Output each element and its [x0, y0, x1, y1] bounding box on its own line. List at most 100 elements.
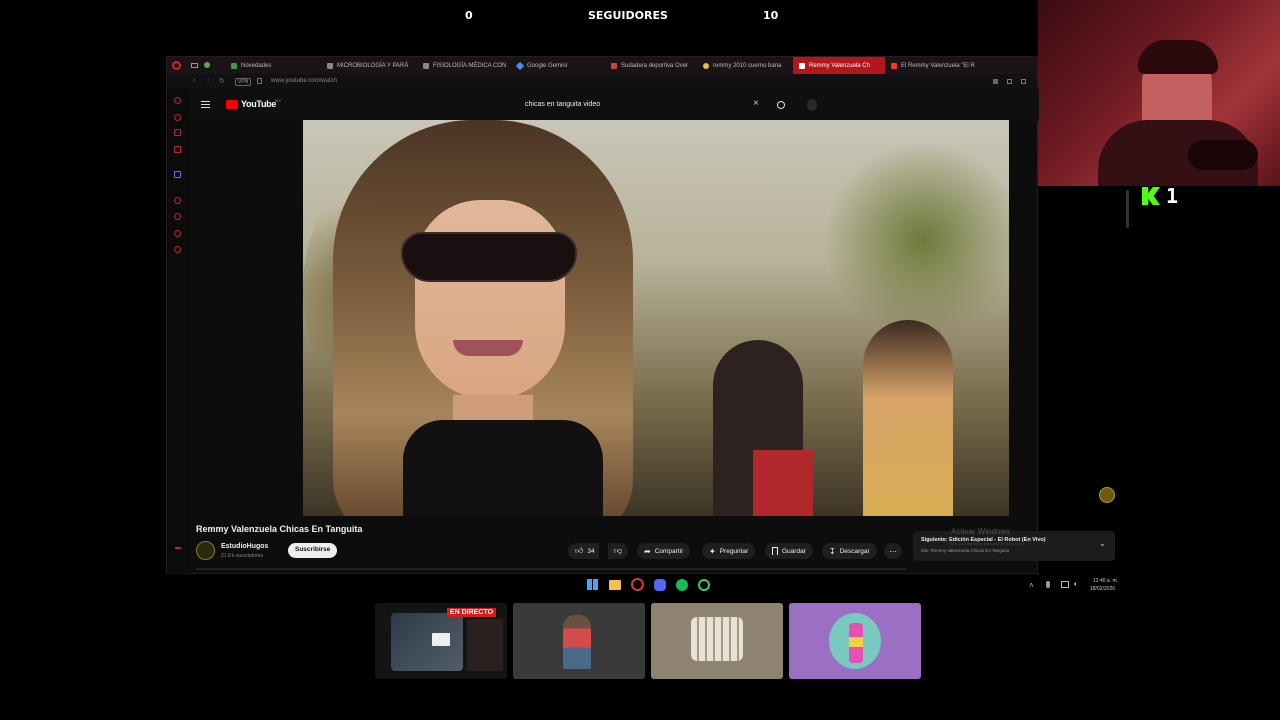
thumb-window-2[interactable]	[513, 603, 645, 679]
video-scrollbar[interactable]	[196, 568, 906, 570]
gemini-icon	[515, 61, 525, 70]
bookmark-icon	[772, 547, 778, 555]
tab-remmy-2010[interactable]: remmy 2010 cuerno bana	[697, 57, 793, 74]
back-icon[interactable]: ‹	[193, 77, 195, 84]
thumb-person-figure	[563, 615, 591, 669]
thumb-window-4[interactable]	[789, 603, 921, 679]
tab-label: FISIOLOGÍA MÉDICA CON	[433, 62, 507, 69]
sidebar-twitch-icon[interactable]	[174, 171, 181, 178]
like-button[interactable]: 👍︎ 34	[568, 543, 599, 559]
like-count: 34	[587, 547, 595, 555]
youtube-region: MX	[275, 98, 281, 103]
share-button[interactable]: ➦ Compartir	[637, 543, 691, 559]
downloads-icon[interactable]	[1021, 79, 1026, 84]
overlay-badge-icon	[1099, 487, 1115, 503]
sidebar-history-icon[interactable]	[174, 197, 181, 204]
youtube-logo-icon[interactable]	[226, 100, 238, 109]
tab-remmy-active[interactable]: Remmy Valenzuela Ch	[793, 57, 885, 74]
sidebar-settings-icon[interactable]	[174, 246, 181, 253]
thumbs-up-icon: 👍︎	[575, 546, 584, 555]
black-top	[403, 420, 603, 516]
tab-novedades[interactable]: Novedades	[225, 57, 321, 74]
person-smile	[453, 340, 523, 356]
clock-time[interactable]: 12:40 a. m.	[1093, 578, 1118, 584]
address-bar: ‹ › ↻ VPN www.youtube.com/watch	[167, 74, 1037, 89]
channel-name[interactable]: EstudioHugos	[221, 543, 268, 550]
download-button[interactable]: ↧ Descargar	[822, 543, 877, 559]
tab-label: Google Gemini	[527, 62, 568, 69]
download-label: Descargar	[839, 547, 870, 555]
forward-icon[interactable]: ›	[207, 77, 209, 84]
ask-button[interactable]: ✦ Preguntar	[702, 543, 756, 559]
sunglasses-icon	[401, 232, 577, 282]
tab-gemini[interactable]: Google Gemini	[511, 57, 605, 74]
ask-label: Preguntar	[719, 547, 749, 555]
snapshot-icon[interactable]	[1007, 79, 1012, 84]
sidebar-instagram-icon[interactable]	[174, 146, 181, 153]
side-scrollbar[interactable]	[1126, 190, 1129, 228]
tab-favicon	[327, 62, 333, 69]
menu-icon-middle	[201, 104, 210, 105]
thumb-vehicle-icon	[691, 617, 743, 661]
video-player[interactable]	[303, 120, 1009, 516]
tab-label: Remmy Valenzuela Ch	[809, 62, 870, 69]
volume-icon[interactable]: 🔈︎	[1074, 581, 1078, 589]
tab-favicon	[611, 62, 617, 69]
save-button[interactable]: Guardar	[765, 543, 813, 559]
vpn-badge[interactable]: VPN	[235, 78, 252, 86]
subscribe-button[interactable]: Suscribirse	[288, 543, 338, 558]
youtube-logo-text[interactable]: YouTube	[241, 99, 276, 109]
background-person-red	[753, 450, 813, 516]
dislike-button[interactable]: 👎︎	[608, 543, 629, 559]
sidebar-chat-icon[interactable]	[174, 230, 181, 237]
up-next-panel[interactable]: Activar Windows Siguiente: Edición Espec…	[913, 527, 1115, 561]
clock-date[interactable]: 18/02/2026	[1090, 586, 1115, 592]
share-label: Compartir	[654, 547, 684, 555]
sidebar-whatsapp-icon[interactable]	[174, 129, 181, 136]
opera-logo-icon[interactable]	[172, 61, 181, 70]
tray-chevron-icon[interactable]: ˄	[1029, 581, 1034, 590]
tab-fisiologia[interactable]: FISIOLOGÍA MÉDICA CON	[417, 57, 511, 74]
url-field[interactable]: www.youtube.com/watch	[271, 78, 337, 84]
voice-search-icon[interactable]	[807, 99, 817, 111]
download-icon: ↧	[829, 546, 836, 556]
chevron-down-icon[interactable]: ⌄	[1099, 539, 1106, 548]
file-explorer-icon[interactable]	[609, 580, 621, 590]
tab-strip-icon[interactable]	[191, 63, 198, 68]
tab-microbiologia[interactable]: MICROBIOLOGÍA Y PARÁ	[321, 57, 417, 74]
sidebar-messenger-icon[interactable]	[174, 114, 181, 121]
spotify-icon[interactable]	[676, 579, 688, 591]
browser-sidebar	[167, 89, 189, 575]
more-actions-button[interactable]: ⋯	[884, 543, 902, 559]
search-icon[interactable]	[777, 101, 785, 109]
tab-sudadera[interactable]: Sudadera deportiva Over	[605, 57, 697, 74]
tab-label: El Remmy Valenzuela "El R	[901, 62, 975, 69]
save-label: Guardar	[782, 547, 806, 555]
thumb-car-preview	[391, 613, 463, 671]
thumb-window-3[interactable]	[651, 603, 783, 679]
whatsapp-icon[interactable]	[698, 579, 710, 591]
search-input[interactable]: chicas en tanguita video	[515, 97, 777, 113]
extension-icon[interactable]	[993, 79, 998, 84]
microphone-icon[interactable]	[1046, 581, 1050, 588]
share-icon: ➦	[644, 546, 651, 556]
opera-gx-icon[interactable]	[631, 578, 644, 591]
discord-icon[interactable]	[654, 579, 666, 591]
sidebar-aria-icon[interactable]	[174, 97, 181, 104]
network-icon[interactable]	[1061, 581, 1069, 588]
thumb-live-stream[interactable]: EN DIRECTO	[375, 603, 507, 679]
reload-icon[interactable]: ↻	[219, 77, 225, 85]
channel-avatar[interactable]	[196, 541, 215, 560]
clear-search-icon[interactable]: ×	[753, 98, 759, 109]
video-title: Remmy Valenzuela Chicas En Tanguita	[196, 524, 363, 534]
tab-remmy-robot[interactable]: El Remmy Valenzuela "El R	[885, 57, 975, 74]
left-counter: 0	[465, 9, 473, 22]
sparkle-icon: ✦	[709, 546, 716, 556]
lock-icon	[257, 78, 262, 84]
windows-start-icon[interactable]	[587, 579, 598, 590]
workspaces-icon[interactable]	[204, 62, 210, 68]
sidebar-clock-icon[interactable]	[174, 213, 181, 220]
tab-label: MICROBIOLOGÍA Y PARÁ	[337, 62, 409, 69]
thumb-bottle-label	[849, 637, 863, 647]
sidebar-more-icon[interactable]	[175, 547, 181, 549]
